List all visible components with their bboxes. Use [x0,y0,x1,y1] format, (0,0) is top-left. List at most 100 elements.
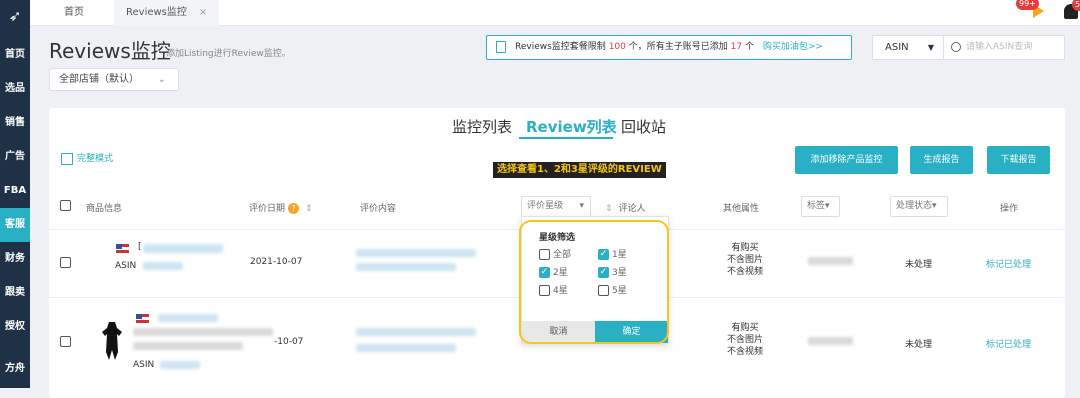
status-value: 未处理 [905,260,933,270]
tab-bar: 首页 Reviews监控× 99+ 56 ☻ [30,0,1080,26]
sidebar: ➶ 首页 选品 销售 广告 FBA 客服 财务 跟卖 授权 方舟 [0,0,30,388]
header-action: 操作 [1000,204,1019,214]
chevron-down-icon: ⌄ [157,74,166,85]
add-remove-monitor-button[interactable]: 添加移除产品监控 [795,146,898,174]
active-tab-indicator [519,137,613,139]
status-filter-label: 处理状态 [896,201,933,211]
review-date: -10-07 [274,337,304,347]
search-input[interactable]: 请输入ASIN查询 [944,35,1065,60]
attr-purchase: 有购买 [731,323,759,333]
quota-notice: Reviews监控套餐限制 100 个，所有主子账号已添加 17 个 购买加油包… [486,35,852,60]
sidebar-item-home[interactable]: 首页 [0,38,30,72]
us-flag-icon [116,244,129,253]
quota-suffix: 个 [744,42,754,52]
header-product: 商品信息 [86,204,123,214]
header-reviewer-label: 评论人 [618,204,646,214]
caret-down-icon: ▾ [579,201,584,211]
review-content-line [356,263,456,271]
bell-badge: 56 [1072,0,1080,11]
product-subtitle-line [133,342,243,350]
sidebar-item-fba[interactable]: FBA [0,174,30,208]
status-value: 未处理 [905,340,933,350]
download-report-button[interactable]: 下载报告 [987,146,1050,174]
header-date[interactable]: 评价日期? ⇕ [249,201,313,214]
caret-down-icon: ▾ [932,201,937,211]
tab-reviews-monitor[interactable]: Reviews监控 × [114,0,220,26]
tag-value[interactable] [808,337,853,345]
search-type-value: ASIN [885,42,909,53]
sidebar-item-finance[interactable]: 财务 [0,242,30,276]
tab-label: Reviews监控 [126,7,187,18]
search-type-select[interactable]: ASIN ▼ [872,35,944,60]
tag-value[interactable] [808,257,853,265]
quota-prefix: Reviews监控套餐限制 [515,42,606,52]
sidebar-item-customer-service[interactable]: 客服 [0,208,30,242]
app-logo-icon[interactable]: ➶ [6,7,24,25]
quota-middle: 个，所有主子账号已添加 [628,42,728,52]
select-all-checkbox[interactable] [60,200,71,211]
other-attributes: 有购买 不含图片 不含视频 [710,242,780,278]
mark-processed-link[interactable]: 标记已处理 [986,337,1031,350]
asin-label: ASIN [133,360,155,370]
quota-used: 17 [730,42,743,52]
product-image[interactable] [100,320,124,362]
header-other: 其他属性 [723,204,760,214]
attr-purchase: 有购买 [731,243,759,253]
product-title-bracket: [ [138,242,142,252]
attr-images: 不含图片 [726,255,763,265]
product-title[interactable] [143,244,223,253]
asin-label: ASIN [115,261,137,271]
subtab-monitor-list[interactable]: 监控列表 [452,116,512,137]
sort-icon[interactable]: ⇕ [605,204,613,214]
annotation-label: 选择查看1、2和3星评级的REVIEW [493,162,666,178]
help-icon[interactable]: ? [288,203,300,214]
page-title: Reviews监控 [49,39,171,63]
page-subtitle: 添加Listing进行Review监控。 [166,49,291,59]
sidebar-item-ark[interactable]: 方舟 [0,352,30,386]
review-content[interactable] [356,328,476,336]
subtab-review-list[interactable]: Review列表 [526,116,617,137]
sidebar-item-ads[interactable]: 广告 [0,140,30,174]
attr-images: 不含图片 [726,335,763,345]
asin-value[interactable] [143,262,183,270]
close-icon[interactable]: × [199,7,207,18]
store-select-value: 全部店铺（默认） [59,74,139,85]
highlight-ring [519,220,669,344]
tags-filter-label: 标签 [807,201,826,211]
other-attributes: 有购买 不含图片 不含视频 [710,322,780,358]
view-mode-toggle[interactable]: 完整模式 [61,151,113,165]
product-title[interactable] [158,314,218,322]
document-icon [496,41,506,53]
review-content-line [356,344,456,352]
search-placeholder: 请输入ASIN查询 [966,42,1033,52]
row-checkbox[interactable] [60,257,71,268]
header-reviewer[interactable]: ⇕ 评论人 [605,201,646,214]
notification-badge: 99+ [1016,0,1039,10]
generate-report-button[interactable]: 生成报告 [910,146,973,174]
review-content[interactable] [356,249,476,257]
sidebar-item-product-selection[interactable]: 选品 [0,72,30,106]
subtab-recycle-bin[interactable]: 回收站 [621,116,666,137]
buy-addon-link[interactable]: 购买加油包>> [763,42,823,52]
sidebar-item-auth[interactable]: 授权 [0,310,30,344]
caret-down-icon: ▼ [927,43,934,52]
rating-filter-dropdown[interactable]: 评价星级 ▾ [521,196,591,217]
sidebar-item-follow-sell[interactable]: 跟卖 [0,276,30,310]
row-checkbox[interactable] [60,336,71,347]
view-mode-label: 完整模式 [77,154,114,164]
sidebar-item-sales[interactable]: 销售 [0,106,30,140]
rating-filter-label: 评价星级 [527,201,564,211]
tags-filter-dropdown[interactable]: 标签▾ [801,196,840,217]
status-filter-dropdown[interactable]: 处理状态▾ [890,196,948,217]
tab-home[interactable]: 首页 [64,0,84,26]
quota-limit: 100 [608,42,626,52]
attr-video: 不含视频 [726,347,763,357]
attr-video: 不含视频 [726,267,763,277]
caret-down-icon: ▾ [825,201,830,211]
sort-icon[interactable]: ⇕ [305,204,313,214]
mark-processed-link[interactable]: 标记已处理 [986,257,1031,270]
header-content: 评价内容 [360,204,397,214]
asin-value[interactable] [160,361,200,369]
store-select[interactable]: 全部店铺（默认） ⌄ [49,68,179,91]
us-flag-icon [136,314,149,323]
